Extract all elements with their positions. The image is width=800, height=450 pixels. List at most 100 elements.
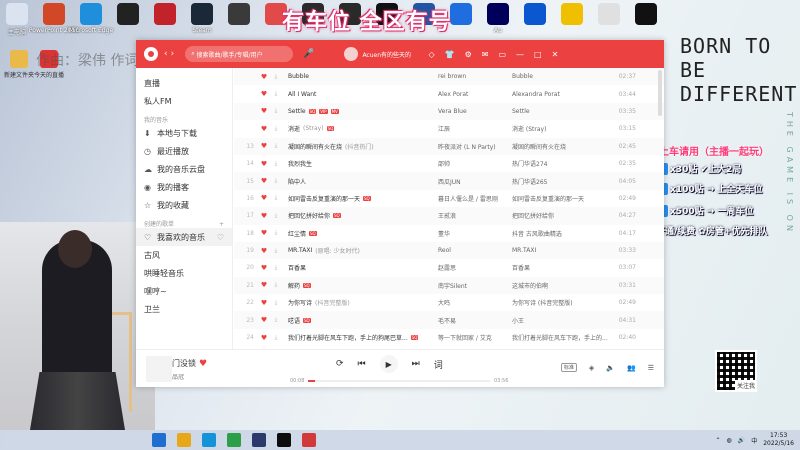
like-heart-icon[interactable]: ♥ bbox=[258, 142, 270, 150]
close-icon[interactable]: ✕ bbox=[552, 50, 559, 59]
track-row[interactable]: 21 ♥ ⤓ 解药 SQ 南宇Silent 这城市的伯啊 03:31 bbox=[234, 276, 664, 295]
track-row[interactable]: 24 ♥ ⤓ 我们打着光脚在风车下跑，手上的狗尾巴草... SQ 等一下就回家 / 艾克我… bbox=[234, 329, 664, 346]
track-artist[interactable]: Vera Blue bbox=[438, 108, 512, 115]
track-artist[interactable]: 昨夜派对 (L N Party) bbox=[438, 142, 512, 151]
play-button[interactable]: ▶ bbox=[379, 355, 398, 373]
taskbar-app-icon[interactable] bbox=[227, 433, 241, 447]
track-artist[interactable]: 大鸣 bbox=[438, 298, 512, 307]
download-icon[interactable]: ⤓ bbox=[270, 264, 282, 272]
like-heart-icon[interactable]: ♥ bbox=[258, 334, 270, 342]
play-mode-button[interactable]: ⟳ bbox=[336, 359, 344, 369]
download-icon[interactable]: ⤓ bbox=[270, 107, 282, 115]
desktop-app-icon[interactable] bbox=[555, 0, 589, 44]
sidebar-item[interactable]: 哄睡轻音乐 bbox=[136, 264, 232, 282]
vip-icon[interactable]: ◇ bbox=[428, 50, 434, 59]
track-album[interactable]: Alexandra Porat bbox=[512, 91, 616, 98]
forward-button[interactable]: › bbox=[171, 49, 175, 59]
desktop-app-icon[interactable] bbox=[518, 0, 552, 44]
scrollbar[interactable] bbox=[658, 70, 662, 116]
track-album[interactable]: 抖音 古风歌曲精选 bbox=[512, 229, 616, 238]
sidebar-item[interactable]: ⬇ 本地与下载 bbox=[136, 124, 232, 142]
lyrics-button[interactable]: 词 bbox=[434, 358, 443, 371]
download-icon[interactable]: ⤓ bbox=[270, 334, 282, 342]
download-icon[interactable]: ⤓ bbox=[270, 299, 282, 307]
track-artist[interactable]: 毛不易 bbox=[438, 316, 512, 325]
sidebar-item[interactable]: 古风 bbox=[136, 246, 232, 264]
download-icon[interactable]: ⤓ bbox=[270, 142, 282, 150]
taskbar-app-icon[interactable] bbox=[177, 433, 191, 447]
track-album[interactable]: 把回忆拼好给你 bbox=[512, 211, 616, 220]
track-album[interactable]: 如同雷击反复重演的那一天 bbox=[512, 194, 616, 203]
track-artist[interactable]: 暮日人偃么是 / 雷思刚 bbox=[438, 194, 512, 203]
download-icon[interactable]: ⤓ bbox=[270, 281, 282, 289]
track-artist[interactable]: rei brown bbox=[438, 73, 512, 80]
like-heart-icon[interactable]: ♥ bbox=[258, 177, 270, 185]
track-album[interactable]: MR.TAXI bbox=[512, 247, 616, 254]
download-icon[interactable]: ⤓ bbox=[270, 160, 282, 168]
desktop-app-icon[interactable]: Au bbox=[481, 0, 515, 44]
track-album[interactable]: 凝固的瞬间有火在烧 bbox=[512, 142, 616, 151]
desktop-app-icon[interactable]: PowerPoint 2016 bbox=[29, 0, 79, 44]
track-album[interactable]: 消逝 (Stray) bbox=[512, 124, 616, 133]
track-album[interactable]: Settle bbox=[512, 108, 616, 115]
like-heart-icon[interactable]: ♥ bbox=[258, 125, 270, 133]
back-button[interactable]: ‹ bbox=[164, 49, 168, 59]
track-row[interactable]: 13 ♥ ⤓ 凝固的瞬间有火在烧 (抖音热门) 昨夜派对 (L N Party) 凝固的瞬间… bbox=[234, 137, 664, 155]
track-row[interactable]: 14 ♥ ⤓ 我烈我生 邵帅 热门华语274 02:35 bbox=[234, 155, 664, 172]
track-artist[interactable]: 等一下就回家 / 艾克 bbox=[438, 333, 512, 342]
download-icon[interactable]: ⤓ bbox=[270, 229, 282, 237]
username[interactable]: Acuen有的些天的 bbox=[362, 50, 418, 59]
track-row[interactable]: ♥ ⤓ Bubble rei brown Bubble 02:37 bbox=[234, 68, 664, 86]
track-artist[interactable]: Alex Porat bbox=[438, 91, 512, 98]
download-icon[interactable]: ⤓ bbox=[270, 73, 282, 81]
track-album[interactable]: Bubble bbox=[512, 73, 616, 80]
download-icon[interactable]: ⤓ bbox=[270, 125, 282, 133]
track-album[interactable]: 为你写诗 (抖音完整版) bbox=[512, 298, 616, 307]
search-input[interactable]: ⌕ 搜索歌曲/歌手/专辑/用户 bbox=[185, 46, 294, 62]
track-row[interactable]: 19 ♥ ⤓ MR.TAXI (原唱: 少女时代) Reol MR.TAXI 03:33 bbox=[234, 241, 664, 260]
desktop-app-icon[interactable] bbox=[111, 0, 145, 44]
maximize-icon[interactable]: □ bbox=[534, 50, 542, 59]
chevron-up-icon[interactable]: ⌃ bbox=[715, 437, 720, 444]
add-playlist-icon[interactable]: + bbox=[219, 221, 224, 228]
track-row[interactable]: 18 ♥ ⤓ 红尘情 SQ 董华 抖音 古风歌曲精选 04:17 bbox=[234, 225, 664, 242]
track-artist[interactable]: 西瓜JUN bbox=[438, 177, 512, 186]
download-icon[interactable]: ⤓ bbox=[270, 90, 282, 98]
previous-button[interactable]: ⏮ bbox=[358, 359, 366, 369]
track-row[interactable]: 17 ♥ ⤓ 把回忆拼好给你 SQ 王贰浪 把回忆拼好给你 04:27 bbox=[234, 207, 664, 225]
track-album[interactable]: 这城市的伯啊 bbox=[512, 281, 616, 290]
sidebar-item[interactable]: ☆ 我的收藏 bbox=[136, 196, 232, 214]
like-heart-icon[interactable]: ♥ bbox=[258, 212, 270, 220]
download-icon[interactable]: ⤓ bbox=[270, 177, 282, 185]
listen-together-icon[interactable]: 👥 bbox=[627, 364, 636, 372]
track-row[interactable]: 22 ♥ ⤓ 为你写诗 (抖音完整版) 大鸣 为你写诗 (抖音完整版) 02:49 bbox=[234, 294, 664, 311]
taskbar-app-icon[interactable] bbox=[277, 433, 291, 447]
desktop-app-icon[interactable] bbox=[592, 0, 626, 44]
sound-effect-icon[interactable]: ◈ bbox=[589, 364, 594, 372]
taskbar-app-icon[interactable] bbox=[302, 433, 316, 447]
download-icon[interactable]: ⤓ bbox=[270, 194, 282, 202]
like-heart-icon[interactable]: ♥ bbox=[258, 264, 270, 272]
like-heart-icon[interactable]: ♥ bbox=[258, 247, 270, 255]
microphone-icon[interactable]: 🎤 bbox=[303, 49, 314, 59]
track-artist[interactable]: 邵帅 bbox=[438, 159, 512, 168]
like-heart-icon[interactable]: ♥ bbox=[258, 90, 270, 98]
taskbar-app-icon[interactable] bbox=[152, 433, 166, 447]
desktop-app-icon[interactable] bbox=[148, 0, 182, 44]
sidebar-item[interactable]: 卫兰 bbox=[136, 300, 232, 318]
desktop-app-icon[interactable]: 主电脑 bbox=[0, 0, 34, 44]
volume-tray-icon[interactable]: 🔊 bbox=[738, 437, 745, 444]
album-cover[interactable] bbox=[146, 356, 172, 382]
download-icon[interactable]: ⤓ bbox=[270, 247, 282, 255]
like-heart-icon[interactable]: ♥ bbox=[258, 107, 270, 115]
desktop-app-icon[interactable]: Microsoft Edge bbox=[69, 0, 113, 44]
sidebar-item[interactable]: ◷ 最近播放 bbox=[136, 142, 232, 160]
like-heart-icon[interactable]: ♥ bbox=[199, 359, 207, 369]
mini-mode-icon[interactable]: ▭ bbox=[498, 50, 506, 59]
sidebar-item[interactable]: ☁ 我的音乐云盘 bbox=[136, 160, 232, 178]
sidebar-item[interactable]: 私人FM bbox=[136, 92, 232, 110]
like-heart-icon[interactable]: ♥ bbox=[258, 160, 270, 168]
taskbar-app-icon[interactable] bbox=[252, 433, 266, 447]
next-button[interactable]: ⏭ bbox=[412, 359, 420, 369]
download-icon[interactable]: ⤓ bbox=[270, 316, 282, 324]
